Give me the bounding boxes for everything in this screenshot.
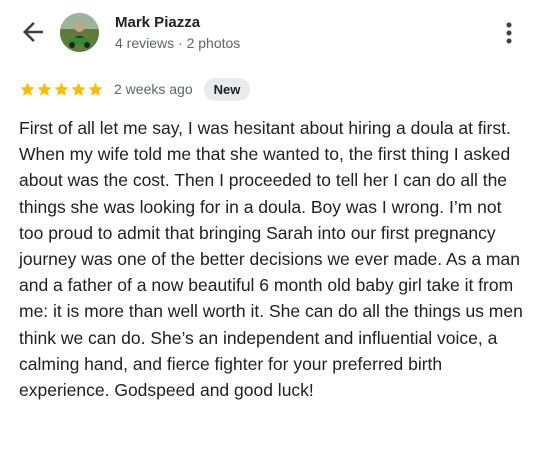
star-icon [71, 81, 86, 96]
more-vert-icon [506, 22, 512, 44]
star-icon [20, 81, 35, 96]
review-text: First of all let me say, I was hesitant … [19, 118, 523, 401]
avatar-image [60, 13, 99, 52]
rating-row: 2 weeks ago New [19, 77, 251, 101]
star-icon [37, 81, 52, 96]
reviewer-name[interactable]: Mark Piazza [115, 14, 200, 31]
star-rating [19, 81, 104, 98]
star-icon [54, 81, 69, 96]
reviewer-meta: 4 reviews · 2 photos [115, 35, 241, 51]
back-button[interactable] [18, 17, 48, 47]
arrow-back-icon [23, 22, 43, 42]
review-time: 2 weeks ago [114, 81, 193, 97]
avatar[interactable] [60, 13, 99, 52]
more-options-button[interactable] [499, 18, 519, 48]
star-icon [88, 81, 103, 96]
new-badge: New [203, 77, 251, 101]
